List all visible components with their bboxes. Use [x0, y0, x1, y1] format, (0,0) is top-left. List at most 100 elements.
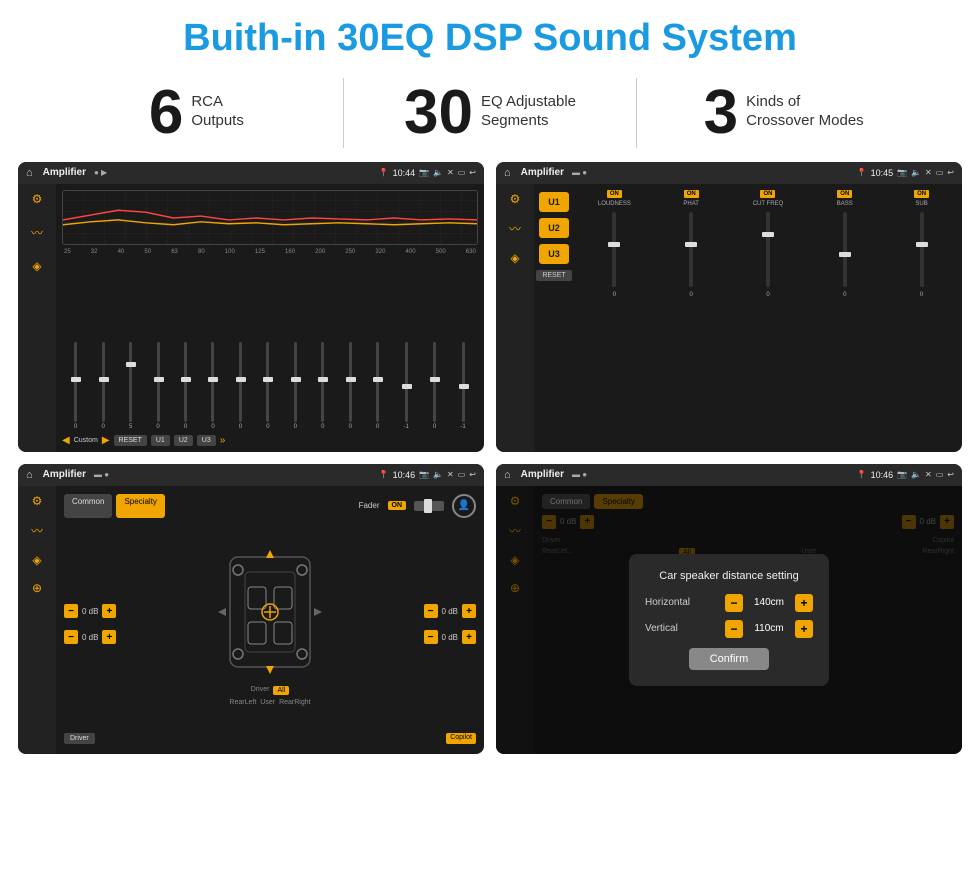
back-icon-4[interactable]: ↩: [947, 470, 954, 479]
slider-track-13[interactable]: [433, 342, 436, 422]
cutfreq-slider[interactable]: [766, 212, 770, 287]
slider-thumb-12[interactable]: [402, 384, 412, 389]
zone-rear-right[interactable]: RearRight: [279, 699, 311, 706]
slider-track-9[interactable]: [321, 342, 324, 422]
slider-track-5[interactable]: [211, 342, 214, 422]
slider-track-12[interactable]: [405, 342, 408, 422]
bass-thumb[interactable]: [839, 252, 851, 257]
phat-thumb[interactable]: [685, 242, 697, 247]
dialog-vertical-minus[interactable]: −: [725, 620, 743, 638]
fader-vol-icon[interactable]: ◈: [32, 553, 41, 567]
phat-slider[interactable]: [689, 212, 693, 287]
u1-preset-btn[interactable]: U1: [539, 192, 569, 212]
zone-all[interactable]: All: [273, 686, 289, 695]
tab-common-3[interactable]: Common: [64, 494, 112, 518]
loudness-on[interactable]: ON: [607, 190, 622, 198]
wave-icon[interactable]: 〰: [31, 224, 43, 241]
zone-rear-left[interactable]: RearLeft: [229, 699, 256, 706]
slider-track-6[interactable]: [239, 342, 242, 422]
loudness-slider[interactable]: [612, 212, 616, 287]
back-icon-1[interactable]: ↩: [469, 168, 476, 177]
dialog-horizontal-minus[interactable]: −: [725, 594, 743, 612]
dialog-horizontal-plus[interactable]: +: [795, 594, 813, 612]
close-icon-2[interactable]: ✕: [925, 168, 932, 177]
slider-thumb-0[interactable]: [71, 377, 81, 382]
db-plus-tl[interactable]: +: [102, 604, 116, 618]
user-icon[interactable]: 👤: [452, 494, 476, 518]
eq-more-btn[interactable]: »: [220, 435, 226, 446]
back-icon-2[interactable]: ↩: [947, 168, 954, 177]
sub-slider[interactable]: [920, 212, 924, 287]
slider-track-1[interactable]: [102, 342, 105, 422]
db-plus-tr[interactable]: +: [462, 604, 476, 618]
back-icon-3[interactable]: ↩: [469, 470, 476, 479]
cutfreq-thumb[interactable]: [762, 232, 774, 237]
zone-user[interactable]: User: [260, 699, 275, 706]
slider-thumb-3[interactable]: [154, 377, 164, 382]
slider-thumb-14[interactable]: [459, 384, 469, 389]
fader-wave-icon[interactable]: 〰: [31, 522, 43, 539]
eq-u2-btn[interactable]: U2: [174, 435, 193, 446]
home-icon-2[interactable]: ⌂: [504, 167, 511, 179]
sub-on[interactable]: ON: [914, 190, 929, 198]
fader-on-badge[interactable]: ON: [388, 501, 407, 510]
slider-track-0[interactable]: [74, 342, 77, 422]
slider-thumb-6[interactable]: [236, 377, 246, 382]
slider-track-3[interactable]: [157, 342, 160, 422]
fader-balance-icon[interactable]: ⊕: [32, 581, 42, 595]
slider-thumb-4[interactable]: [181, 377, 191, 382]
db-plus-bl[interactable]: +: [102, 630, 116, 644]
slider-track-10[interactable]: [349, 342, 352, 422]
close-icon-1[interactable]: ✕: [447, 168, 454, 177]
db-minus-br[interactable]: −: [424, 630, 438, 644]
eq-prev-btn[interactable]: ◀: [62, 435, 70, 446]
dialog-confirm-button[interactable]: Confirm: [689, 648, 769, 670]
cutfreq-on[interactable]: ON: [760, 190, 775, 198]
slider-track-8[interactable]: [294, 342, 297, 422]
slider-thumb-5[interactable]: [208, 377, 218, 382]
eq-u1-btn[interactable]: U1: [151, 435, 170, 446]
zone-driver[interactable]: Driver: [251, 686, 270, 695]
eq-next-btn[interactable]: ▶: [102, 435, 110, 446]
db-minus-tr[interactable]: −: [424, 604, 438, 618]
eq-u3-btn[interactable]: U3: [197, 435, 216, 446]
slider-track-4[interactable]: [184, 342, 187, 422]
loudness-thumb[interactable]: [608, 242, 620, 247]
home-icon-3[interactable]: ⌂: [26, 469, 33, 481]
db-minus-tl[interactable]: −: [64, 604, 78, 618]
eq-reset-btn[interactable]: RESET: [114, 435, 147, 446]
phat-on[interactable]: ON: [684, 190, 699, 198]
slider-track-11[interactable]: [376, 342, 379, 422]
tab-specialty-3[interactable]: Specialty: [116, 494, 164, 518]
fader-eq-icon[interactable]: ⚙: [32, 494, 43, 508]
slider-track-2[interactable]: [129, 342, 132, 422]
slider-thumb-11[interactable]: [373, 377, 383, 382]
slider-thumb-9[interactable]: [318, 377, 328, 382]
slider-thumb-2[interactable]: [126, 362, 136, 367]
bass-slider[interactable]: [843, 212, 847, 287]
mixer-eq-icon[interactable]: ⚙: [510, 192, 521, 206]
btn-copilot[interactable]: Copilot: [446, 733, 476, 744]
slider-thumb-13[interactable]: [430, 377, 440, 382]
volume-ctrl-icon[interactable]: ◈: [32, 259, 41, 273]
slider-thumb-10[interactable]: [346, 377, 356, 382]
dialog-vertical-plus[interactable]: +: [795, 620, 813, 638]
eq-icon[interactable]: ⚙: [32, 192, 43, 206]
u3-preset-btn[interactable]: U3: [539, 244, 569, 264]
home-icon-4[interactable]: ⌂: [504, 469, 511, 481]
db-minus-bl[interactable]: −: [64, 630, 78, 644]
btn-driver[interactable]: Driver: [64, 733, 95, 744]
slider-thumb-8[interactable]: [291, 377, 301, 382]
mixer-vol-icon[interactable]: ◈: [510, 251, 519, 265]
db-plus-br[interactable]: +: [462, 630, 476, 644]
close-icon-3[interactable]: ✕: [447, 470, 454, 479]
mixer-wave-icon[interactable]: 〰: [509, 220, 521, 237]
mixer-reset-btn[interactable]: RESET: [536, 270, 571, 281]
sub-thumb[interactable]: [916, 242, 928, 247]
slider-track-7[interactable]: [266, 342, 269, 422]
slider-thumb-7[interactable]: [263, 377, 273, 382]
home-icon-1[interactable]: ⌂: [26, 167, 33, 179]
slider-thumb-1[interactable]: [99, 377, 109, 382]
bass-on[interactable]: ON: [837, 190, 852, 198]
slider-track-14[interactable]: [462, 342, 465, 422]
